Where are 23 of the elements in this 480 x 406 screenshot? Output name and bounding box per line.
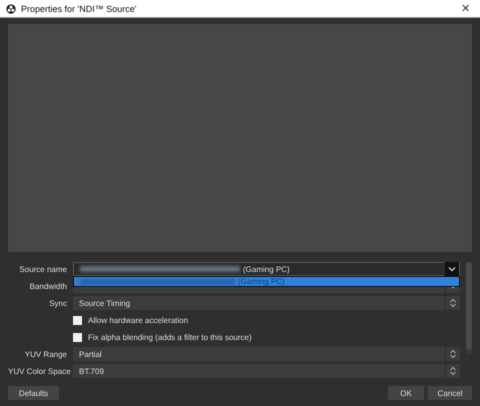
app-logo-icon	[6, 4, 16, 14]
dropdown-field[interactable]: (Gaming PC)	[73, 262, 460, 276]
spin-field[interactable]: BT.709	[73, 364, 460, 378]
spinner-arrows-icon	[449, 366, 457, 376]
checkbox-label: Allow hardware acceleration	[88, 316, 188, 324]
scrollbar[interactable]	[466, 262, 472, 354]
field-label: Sync	[48, 298, 67, 308]
chevron-down-icon	[448, 266, 456, 272]
ok-button[interactable]: OK	[388, 386, 424, 400]
spin-field[interactable]: Partial	[73, 347, 460, 361]
spinner-arrows-icon	[449, 349, 457, 359]
cancel-button[interactable]: Cancel	[428, 386, 472, 400]
close-button[interactable]: ✕	[457, 2, 474, 15]
spinner-arrows-icon	[449, 298, 457, 308]
defaults-button[interactable]: Defaults	[8, 386, 59, 400]
checkbox-label: Fix alpha blending (adds a filter to this source)	[88, 332, 252, 342]
field-label: Bandwidth	[28, 282, 67, 290]
checkbox[interactable]	[73, 316, 82, 324]
spin-field[interactable]: Source Timing	[73, 296, 460, 310]
checkbox[interactable]	[73, 332, 82, 342]
field-label: YUV Range	[24, 350, 67, 358]
field-label: Source name	[18, 264, 67, 274]
window-title: Properties for 'NDI™ Source'	[21, 4, 138, 14]
